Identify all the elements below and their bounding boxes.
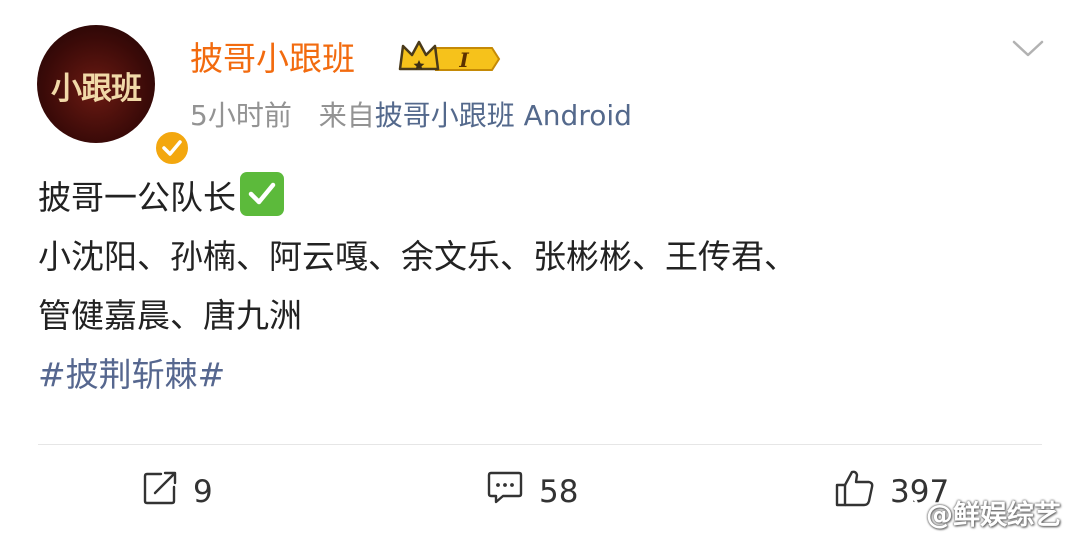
post-line-text: 披哥一公队长 (38, 178, 236, 217)
post-line: 披哥一公队长 (38, 168, 1048, 227)
avatar-text: 小跟班 (51, 71, 142, 107)
post-line-text: 小沈阳、孙楠、阿云嘎、余文乐、张彬彬、王传君、 (38, 237, 797, 276)
comment-count: 58 (539, 474, 579, 510)
post-time: 5小时前 (190, 99, 292, 132)
username[interactable]: 披哥小跟班 (190, 36, 355, 82)
check-mark-icon (240, 172, 284, 216)
post-source[interactable]: 披哥小跟班 Android (375, 99, 632, 132)
watermark-text: @鲜娱综艺 (926, 500, 1061, 531)
weibo-logo-icon (882, 493, 922, 532)
post-line-text: 管健嘉晨、唐九洲 (38, 296, 302, 335)
repost-count: 9 (193, 474, 213, 510)
source-prefix: 来自 (318, 99, 375, 132)
crown-member-icon[interactable]: I (398, 39, 504, 83)
post-body: 披哥一公队长 小沈阳、孙楠、阿云嘎、余文乐、张彬彬、王传君、 管健嘉晨、唐九洲 … (38, 168, 1048, 404)
avatar[interactable]: 小跟班 (37, 25, 191, 167)
chevron-down-icon[interactable] (1011, 38, 1045, 64)
member-level: I (458, 48, 469, 72)
like-icon (834, 468, 876, 516)
repost-icon (141, 469, 179, 515)
hashtag-link[interactable]: #披荆斩棘# (38, 345, 1048, 404)
watermark: @鲜娱综艺 (882, 493, 1061, 532)
post-meta: 5小时前 来自披哥小跟班 Android (190, 96, 632, 136)
comment-icon (485, 469, 525, 515)
comment-button[interactable]: 58 (485, 470, 578, 514)
verified-icon (153, 129, 191, 167)
repost-button[interactable]: 9 (141, 470, 213, 514)
divider (38, 444, 1042, 445)
